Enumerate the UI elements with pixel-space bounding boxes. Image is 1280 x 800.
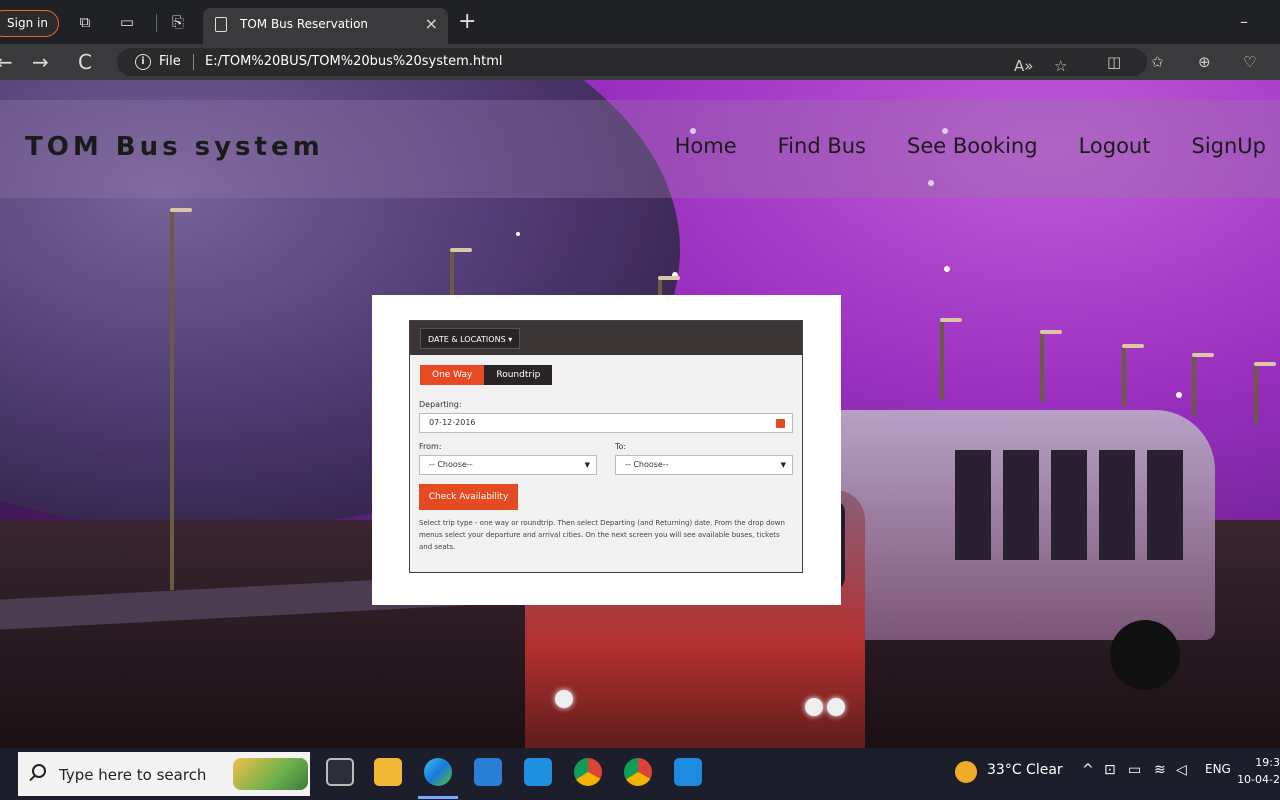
nav-find-bus[interactable]: Find Bus — [778, 134, 866, 158]
chevron-down-icon: ▼ — [584, 461, 590, 469]
bus-window — [1147, 450, 1183, 560]
bus-wheel — [1110, 620, 1180, 690]
taskbar-search-box[interactable]: Type here to search — [18, 752, 310, 796]
page-viewport: TOM Bus system Home Find Bus See Booking… — [0, 80, 1280, 748]
from-select-value: -- Choose-- — [429, 460, 473, 469]
forward-icon[interactable]: → — [32, 50, 49, 74]
chrome-icon[interactable] — [574, 758, 602, 786]
weather-text[interactable]: 33°C Clear — [987, 762, 1063, 778]
chevron-down-icon: ▼ — [780, 461, 786, 469]
trip-type-toggle: One Way Roundtrip — [420, 365, 553, 385]
calendar-icon[interactable] — [776, 419, 785, 428]
date-locations-dropdown[interactable]: DATE & LOCATIONS ▾ — [420, 328, 521, 349]
departing-label: Departing: — [419, 400, 462, 409]
nav-logout[interactable]: Logout — [1079, 134, 1151, 158]
street-lamp — [170, 208, 192, 590]
roundtrip-button[interactable]: Roundtrip — [484, 365, 553, 385]
store-icon[interactable] — [474, 758, 502, 786]
browser-tab-bar: Sign in ⧉ ▭ ⎘ TOM Bus Reservation × + – — [0, 0, 1280, 44]
vscode-icon[interactable] — [674, 758, 702, 786]
system-clock[interactable]: 19:3 10-04-2 — [1237, 754, 1280, 788]
info-icon[interactable]: i — [135, 54, 151, 70]
site-brand[interactable]: TOM Bus system — [25, 132, 324, 162]
back-icon[interactable]: ← — [0, 50, 13, 74]
departing-date-input[interactable]: 07-12-2016 — [419, 413, 793, 433]
street-lamp — [1254, 362, 1276, 424]
bus-window — [955, 450, 991, 560]
to-select-value: -- Choose-- — [625, 460, 669, 469]
file-explorer-icon[interactable] — [374, 758, 402, 786]
departing-date-value: 07-12-2016 — [429, 418, 476, 427]
booking-panel: DATE & LOCATIONS ▾ One Way Roundtrip Dep… — [409, 320, 803, 573]
show-hidden-icons-icon[interactable]: ^ — [1082, 762, 1094, 778]
clock-date: 10-04-2 — [1237, 773, 1280, 786]
headlight — [805, 698, 823, 716]
minimize-window-icon[interactable]: – — [1240, 12, 1248, 31]
read-aloud-icon[interactable]: A» — [1014, 56, 1033, 76]
collections-icon[interactable]: ⎘ — [168, 12, 188, 32]
chrome-profile-icon[interactable] — [624, 758, 652, 786]
nav-signup[interactable]: SignUp — [1191, 134, 1266, 158]
to-label: To: — [615, 442, 627, 451]
close-tab-icon[interactable]: × — [425, 14, 438, 33]
meet-now-icon[interactable]: ⊡ — [1104, 762, 1116, 778]
windows-taskbar: Type here to search 33°C Clear ^ ⊡ ▭ ≋ ◁… — [0, 748, 1280, 800]
main-nav: Home Find Bus See Booking Logout SignUp — [675, 134, 1266, 158]
divider — [156, 14, 157, 32]
mail-icon[interactable] — [524, 758, 552, 786]
search-highlight-image — [233, 758, 308, 790]
reload-icon[interactable]: C — [78, 50, 92, 74]
weather-icon[interactable] — [955, 761, 977, 783]
star-decoration — [516, 232, 520, 236]
bus-window — [1051, 450, 1087, 560]
search-placeholder: Type here to search — [59, 766, 207, 784]
from-label: From: — [419, 442, 442, 451]
bus-window — [1003, 450, 1039, 560]
split-screen-icon[interactable]: ◫ — [1107, 52, 1121, 72]
headlight — [827, 698, 845, 716]
one-way-button[interactable]: One Way — [420, 365, 485, 385]
nav-see-booking[interactable]: See Booking — [907, 134, 1038, 158]
address-toolbar: ← → C i File E:/TOM%20BUS/TOM%20bus%20sy… — [0, 44, 1280, 80]
divider — [193, 54, 194, 70]
tab-tom-bus-reservation[interactable]: TOM Bus Reservation × — [203, 8, 448, 44]
collections-icon[interactable]: ⊕ — [1198, 52, 1211, 72]
page-icon — [215, 17, 227, 32]
language-indicator[interactable]: ENG — [1205, 762, 1231, 776]
address-bar[interactable]: i File E:/TOM%20BUS/TOM%20bus%20system.h… — [117, 48, 1147, 76]
search-icon — [32, 764, 46, 778]
wifi-icon[interactable]: ≋ — [1154, 762, 1166, 778]
bus-window — [1099, 450, 1135, 560]
to-select[interactable]: -- Choose-- ▼ — [615, 455, 793, 475]
booking-card: DATE & LOCATIONS ▾ One Way Roundtrip Dep… — [372, 295, 841, 605]
sign-in-button[interactable]: Sign in — [0, 10, 59, 37]
site-header: TOM Bus system Home Find Bus See Booking… — [0, 100, 1280, 198]
from-select[interactable]: -- Choose-- ▼ — [419, 455, 597, 475]
check-availability-button[interactable]: Check Availability — [419, 484, 518, 510]
active-app-indicator — [418, 796, 458, 799]
nav-home[interactable]: Home — [675, 134, 737, 158]
edge-browser-icon[interactable] — [424, 758, 452, 786]
favorites-icon[interactable]: ✩ — [1151, 52, 1164, 72]
star-decoration — [944, 266, 950, 272]
workspaces-icon[interactable]: ⧉ — [75, 12, 95, 32]
headlight — [555, 690, 573, 708]
panel-header: DATE & LOCATIONS ▾ — [410, 321, 802, 355]
booking-help-text: Select trip type - one way or roundtrip.… — [419, 519, 785, 551]
file-label: File — [159, 54, 181, 69]
url-text[interactable]: E:/TOM%20BUS/TOM%20bus%20system.html — [205, 54, 503, 69]
tab-actions-icon[interactable]: ▭ — [117, 12, 137, 32]
battery-icon[interactable]: ▭ — [1128, 762, 1141, 778]
clock-time: 19:3 — [1255, 756, 1280, 769]
task-view-icon[interactable] — [326, 758, 354, 786]
new-tab-icon[interactable]: + — [458, 10, 476, 34]
favorite-star-icon[interactable]: ☆ — [1054, 56, 1067, 76]
browser-essentials-icon[interactable]: ♡ — [1243, 52, 1256, 72]
tab-title: TOM Bus Reservation — [240, 17, 369, 31]
volume-icon[interactable]: ◁ — [1176, 762, 1187, 778]
